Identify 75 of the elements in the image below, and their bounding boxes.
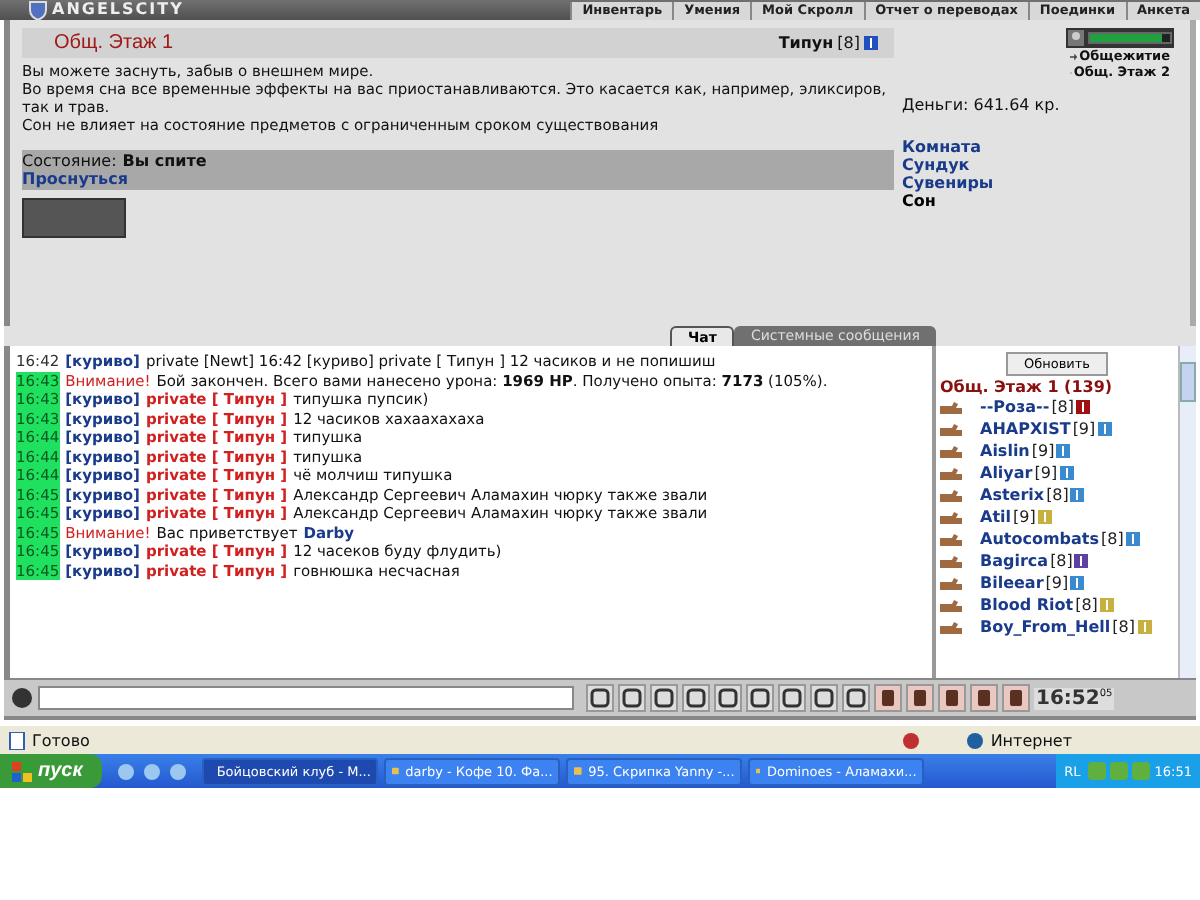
state-label: Состояние: [22,152,117,170]
helmet-button[interactable] [842,684,870,712]
scroll-button[interactable] [906,684,934,712]
bag-button[interactable] [874,684,902,712]
room-title: Общ. Этаж 1 [54,32,174,54]
user-level: [8] [1046,484,1069,506]
user-level: [8] [1101,528,1124,550]
user-level: [9] [1034,462,1058,484]
money-text: Деньги: 641.64 кр. [902,96,1060,114]
windows-logo-icon [12,761,32,781]
scroll-thumb[interactable] [1180,362,1196,402]
start-button[interactable]: пуск [0,754,103,788]
hand-icon [940,421,962,437]
window-icon [392,762,400,780]
logo-text: ANGELSCITY [52,0,184,20]
slash-button[interactable] [746,684,774,712]
user-name-link[interactable]: Aislin [980,440,1030,462]
hand-icon [940,597,962,613]
location-link[interactable]: Сувениры [902,174,994,192]
clock-time: 16:52 [1036,687,1100,709]
hand-icon [940,399,962,415]
hand-icon [940,465,962,481]
state-value: Вы спите [122,152,207,170]
hand-icon [940,553,962,569]
status-text: Готово [32,731,90,749]
player-name[interactable]: Типун [778,34,834,52]
location-link[interactable]: Комната [902,138,982,156]
info-icon [864,36,878,50]
user-level: [8] [1050,550,1073,572]
user-name-link[interactable]: --Роза-- [980,396,1050,418]
message-input[interactable] [38,686,574,710]
eraser-button[interactable] [618,684,646,712]
bottle-button[interactable] [1002,684,1030,712]
user-name-link[interactable]: Blood Riot [980,594,1074,616]
location-link[interactable]: Сундук [902,156,970,174]
page-icon [8,731,26,749]
user-name-link[interactable]: AHAPXIST [980,418,1071,440]
monitor-button[interactable] [682,684,710,712]
user-level: [8] [1075,594,1098,616]
player-level: [8] [837,34,860,52]
speaker-head-icon [10,686,34,710]
user-level: [8] [1112,616,1135,638]
user-name-link[interactable]: Bagirca [980,550,1049,572]
user-name-link[interactable]: Boy_From_Hell [980,616,1111,638]
user-level: [9] [1072,418,1096,440]
music-note-button[interactable] [778,684,806,712]
user-level: [9] [1045,572,1069,594]
portrait-icon [1068,30,1084,46]
user-name-link[interactable]: Atil [980,506,1011,528]
walking-person-button[interactable] [714,684,742,712]
hand-icon [940,575,962,591]
user-level: [8] [1051,396,1075,418]
location-link[interactable]: Сон [902,192,936,210]
room-users-title: Общ. Этаж 1 (139) [940,378,1113,396]
user-level: [9] [1013,506,1036,528]
user-name-link[interactable]: Aliyar [980,462,1033,484]
user-level: [9] [1031,440,1055,462]
enter-button[interactable] [586,684,614,712]
user-name-link[interactable]: Asterix [980,484,1045,506]
figure-button[interactable] [938,684,966,712]
user-name-link[interactable]: Autocombats [980,528,1099,550]
smiley-button[interactable] [810,684,838,712]
window-icon [574,762,583,780]
hand-icon [940,443,962,459]
hand-icon [940,487,962,503]
hand-icon [940,531,962,547]
zone-text: Интернет [990,731,1072,749]
hand-icon [940,619,962,635]
box-button[interactable] [970,684,998,712]
globe-icon [966,731,985,749]
filter-button[interactable] [650,684,678,712]
wake-link[interactable]: Проснуться [22,170,128,188]
vertical-scrollbar[interactable] [1178,346,1196,678]
hand-icon [940,509,962,525]
user-name-link[interactable]: Bileear [980,572,1044,594]
